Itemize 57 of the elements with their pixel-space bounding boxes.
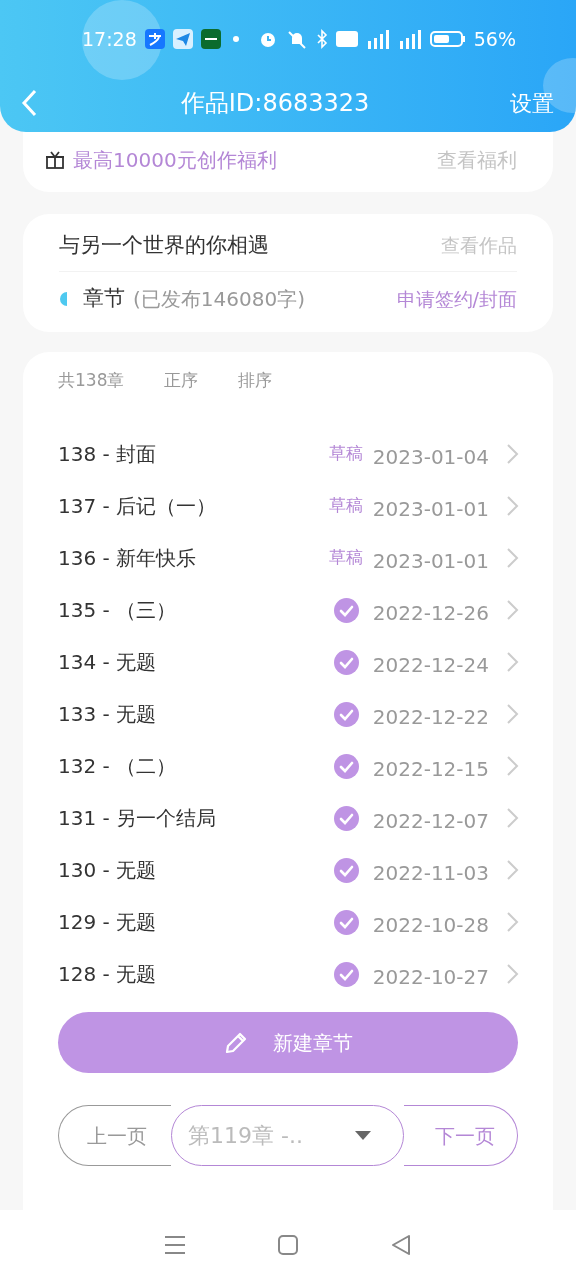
caret-icon <box>355 1130 371 1141</box>
home-icon[interactable] <box>277 1234 299 1256</box>
hd-icon <box>336 31 359 47</box>
chapter-title[interactable]: 137 - 后记（一） <box>58 491 323 521</box>
chapter-date: 2023-01-01 <box>371 496 489 523</box>
benefit-text: 最高10000元创作福利 <box>73 147 278 174</box>
chapter-date: 2022-12-22 <box>371 704 489 731</box>
chapter-title[interactable]: 134 - 无题 <box>58 647 323 677</box>
draft-label: 草稿 <box>329 442 363 466</box>
page-title: 作品ID:8683323 <box>179 88 371 119</box>
chapter-title[interactable]: 135 - （三） <box>58 595 323 625</box>
chevron-icon[interactable] <box>505 599 519 621</box>
chevron-icon[interactable] <box>505 651 519 673</box>
chevron-icon[interactable] <box>505 963 519 985</box>
chapter-date: 2022-10-28 <box>371 912 489 939</box>
chapter-title[interactable]: 131 - 另一个结局 <box>58 803 323 833</box>
battery-icon <box>429 30 466 48</box>
menu-icon[interactable] <box>163 1235 186 1255</box>
chevron-icon[interactable] <box>505 807 519 829</box>
chapter-date: 2022-12-26 <box>371 600 489 627</box>
draft-label: 草稿 <box>329 494 363 518</box>
chapter-date: 2022-12-24 <box>371 652 489 679</box>
app-icon <box>144 29 165 49</box>
chapter-title[interactable]: 128 - 无题 <box>58 959 323 989</box>
draft-label: 草稿 <box>329 546 363 570</box>
paper-plane-icon <box>172 29 193 49</box>
chapter-date: 2023-01-04 <box>371 444 489 471</box>
chapter-date: 2023-01-01 <box>371 548 489 575</box>
word-count: (已发布146080字) <box>133 286 306 313</box>
chapter-title[interactable]: 130 - 无题 <box>58 855 323 885</box>
section-label: 章节 <box>83 285 125 313</box>
app-icon <box>200 29 221 49</box>
chevron-icon[interactable] <box>505 495 519 517</box>
chevron-icon[interactable] <box>505 443 519 465</box>
chapter-count: 共138章 <box>58 369 125 392</box>
chevron-icon[interactable] <box>505 911 519 933</box>
chapter-date: 2022-12-07 <box>371 808 489 835</box>
bluetooth-icon <box>316 29 329 49</box>
chapter-date: 2022-12-15 <box>371 756 489 783</box>
chevron-icon[interactable] <box>505 703 519 725</box>
chapter-title[interactable]: 133 - 无题 <box>58 699 323 729</box>
chapter-date: 2022-11-03 <box>371 860 489 887</box>
chapter-title[interactable]: 136 - 新年快乐 <box>58 543 323 573</box>
chevron-icon[interactable] <box>505 859 519 881</box>
battery-percent: 56% <box>473 26 516 52</box>
signal-icon <box>398 29 422 49</box>
chapter-title[interactable]: 129 - 无题 <box>58 907 323 937</box>
gift-icon <box>45 150 65 170</box>
back-icon[interactable] <box>390 1234 413 1256</box>
signal-icon <box>366 29 391 49</box>
chapter-title[interactable]: 138 - 封面 <box>58 439 323 469</box>
work-title: 与另一个世界的你相遇 <box>59 231 270 259</box>
chapter-date: 2022-10-27 <box>371 964 489 991</box>
status-time: 17:28 <box>82 26 137 52</box>
chapter-title[interactable]: 132 - （二） <box>58 751 323 781</box>
chevron-icon[interactable] <box>505 755 519 777</box>
chevron-icon[interactable] <box>505 547 519 569</box>
